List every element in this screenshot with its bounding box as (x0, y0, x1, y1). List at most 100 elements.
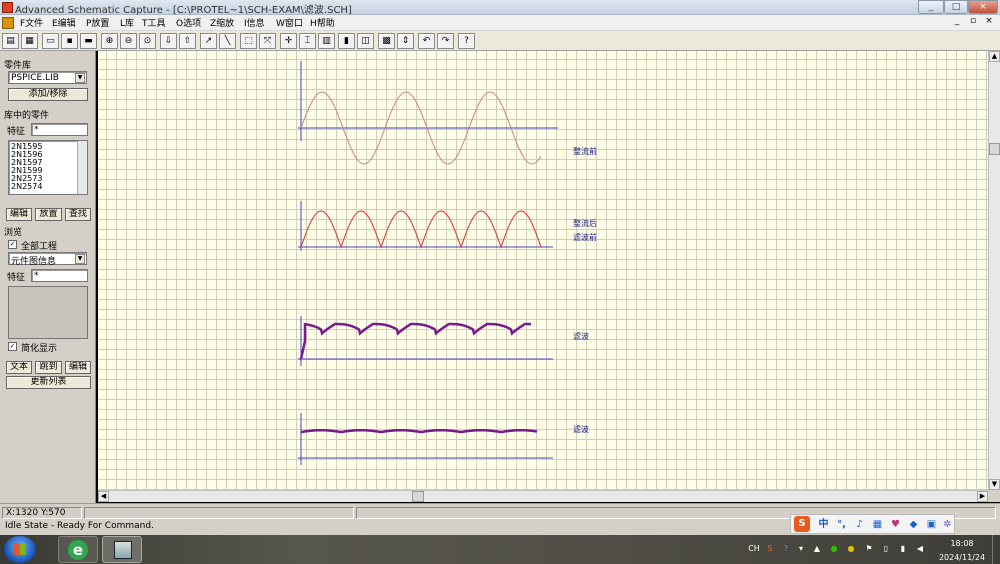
browse-library-icon[interactable]: ◫ (357, 33, 374, 49)
vertical-scrollbar[interactable]: ▲ ▼ (988, 51, 1000, 490)
dropdown-arrow-icon[interactable]: ▼ (75, 73, 85, 83)
keyboard-icon[interactable]: ▦ (871, 518, 884, 531)
browse-filter-label: 特征 (7, 273, 26, 283)
menu-bar: F文件 E编辑 P放置 L库 T工具 O选项 Z缩放 I信息 W窗口 H帮助 _… (0, 15, 1000, 31)
taskbar-ie-button[interactable]: e (58, 536, 98, 563)
library-select[interactable]: PSPICE.LIB ▼ (8, 71, 87, 84)
menu-window[interactable]: W窗口 (276, 16, 303, 29)
redo-icon[interactable]: ↷ (437, 33, 454, 49)
skin-icon[interactable]: ♥ (889, 518, 902, 531)
save-icon[interactable]: ▪ (61, 33, 78, 49)
edit-part-button[interactable]: 编辑 (6, 208, 32, 221)
select-icon[interactable]: ⬚ (240, 33, 257, 49)
scroll-left-icon[interactable]: ◀ (98, 491, 109, 502)
parts-list-scrollbar[interactable] (77, 141, 87, 194)
windows-logo-icon (14, 543, 26, 555)
show-desktop-button[interactable] (992, 535, 1000, 564)
menu-info[interactable]: I信息 (244, 16, 265, 29)
menu-file[interactable]: F文件 (20, 16, 43, 29)
list-item[interactable]: 2N2574 (11, 183, 42, 191)
up-hierarchy-icon[interactable]: ⇧ (179, 33, 196, 49)
restore-button[interactable]: □ (944, 0, 968, 14)
menu-options[interactable]: O选项 (176, 16, 201, 29)
clock-date[interactable]: 2024/11/24 (934, 551, 990, 564)
hierarchy-icon[interactable]: ▦ (21, 33, 38, 49)
microphone-icon[interactable]: ♪ (853, 518, 866, 531)
dropdown-arrow-icon[interactable]: ▼ (75, 254, 85, 264)
toolbox-icon[interactable]: ▣ (925, 518, 938, 531)
wire-icon[interactable]: ╲ (219, 33, 236, 49)
vertical-scroll-thumb[interactable] (989, 143, 1000, 155)
place-part-button[interactable]: 放置 (35, 208, 62, 221)
horizontal-scroll-thumb[interactable] (412, 491, 424, 502)
library-icon[interactable]: ▮ (338, 33, 355, 49)
show-hidden-icons-icon[interactable]: ▲ (812, 542, 822, 555)
language-indicator[interactable]: CH (746, 542, 762, 555)
inner-minimize-button[interactable]: _ (950, 16, 964, 26)
settings-icon[interactable]: ✲ (941, 518, 954, 531)
add-remove-button[interactable]: 添加/移除 (8, 88, 88, 101)
scroll-down-icon[interactable]: ▼ (989, 479, 1000, 490)
taskbar-protel-button[interactable] (102, 536, 142, 563)
inner-close-button[interactable]: × (982, 16, 996, 26)
undo-icon[interactable]: ↶ (418, 33, 435, 49)
library-edit-icon[interactable]: ▥ (318, 33, 335, 49)
grid-icon[interactable]: ▩ (378, 33, 395, 49)
cross-probe-icon[interactable]: ↗ (200, 33, 217, 49)
app-tray-icon[interactable]: ● (845, 542, 857, 555)
menu-place[interactable]: P放置 (86, 16, 109, 29)
parts-filter-input[interactable]: * (31, 123, 88, 136)
all-projects-checkbox[interactable]: ✓ (8, 240, 17, 249)
device-tray-icon[interactable]: ▯ (880, 542, 892, 555)
edit-button[interactable]: 编辑 (65, 361, 91, 374)
ime-mode-toggle[interactable]: 中 (817, 518, 830, 531)
design-manager-icon[interactable]: ▤ (2, 33, 19, 49)
zoom-out-icon[interactable]: ⊖ (120, 33, 137, 49)
tool-icon[interactable]: ⌶ (299, 33, 316, 49)
horizontal-scrollbar[interactable]: ◀ ▶ (98, 490, 988, 502)
find-part-button[interactable]: 查找 (65, 208, 91, 221)
menu-tools[interactable]: T工具 (142, 16, 166, 29)
start-button[interactable] (4, 536, 36, 563)
sogou-logo-icon[interactable]: S (794, 516, 810, 532)
print-icon[interactable]: ▬ (80, 33, 97, 49)
jump-button[interactable]: 跳到 (35, 361, 62, 374)
volume-tray-icon[interactable]: ◀ (914, 542, 926, 555)
close-button[interactable]: × (968, 0, 998, 14)
minimize-button[interactable]: _ (918, 0, 944, 14)
parts-list[interactable]: 2N1595 2N1596 2N1597 2N1599 2N2573 2N257… (8, 140, 88, 195)
scroll-right-icon[interactable]: ▶ (977, 491, 988, 502)
dropdown-tray-icon[interactable]: ▾ (796, 542, 806, 555)
browse-filter-input[interactable]: * (31, 269, 88, 282)
schematic-canvas[interactable]: 整流前 整流后 滤波前 滤波 滤波 (98, 51, 988, 490)
punctuation-icon[interactable]: °, (835, 518, 848, 531)
deselect-icon[interactable]: ⤧ (259, 33, 276, 49)
browse-list[interactable] (8, 286, 88, 339)
annotate-icon[interactable]: ⇕ (397, 33, 414, 49)
open-icon[interactable]: ▭ (42, 33, 59, 49)
simplify-checkbox[interactable]: ✓ (8, 342, 17, 351)
wechat-tray-icon[interactable]: ● (828, 542, 840, 555)
text-button[interactable]: 文本 (6, 361, 32, 374)
refresh-list-button[interactable]: 更新列表 (6, 376, 91, 389)
toolbar: ▤ ▦ ▭ ▪ ▬ ⊕ ⊖ ⊙ ⇩ ⇧ ↗ ╲ ⬚ ⤧ ✛ ⌶ ▥ ▮ ◫ ▩ … (0, 31, 1000, 51)
waveform-drawing (298, 61, 558, 465)
move-icon[interactable]: ✛ (280, 33, 297, 49)
clock-time[interactable]: 18:08 (940, 537, 984, 550)
down-hierarchy-icon[interactable]: ⇩ (160, 33, 177, 49)
menu-library[interactable]: L库 (120, 16, 134, 29)
zoom-fit-icon[interactable]: ⊙ (139, 33, 156, 49)
menu-zoom[interactable]: Z缩放 (210, 16, 234, 29)
browse-type-select[interactable]: 元件图信息 ▼ (8, 252, 87, 267)
menu-help[interactable]: H帮助 (310, 16, 335, 29)
game-icon[interactable]: ◆ (907, 518, 920, 531)
menu-edit[interactable]: E编辑 (52, 16, 76, 29)
scroll-up-icon[interactable]: ▲ (989, 51, 1000, 62)
network-tray-icon[interactable]: ▮ (897, 542, 909, 555)
help-icon[interactable]: ? (458, 33, 475, 49)
flag-tray-icon[interactable]: ⚑ (863, 542, 875, 555)
inner-restore-button[interactable]: ▫ (966, 16, 980, 26)
sogou-tray-icon[interactable]: S (764, 542, 776, 555)
zoom-in-icon[interactable]: ⊕ (101, 33, 118, 49)
help-tray-icon[interactable]: ? (780, 542, 792, 555)
